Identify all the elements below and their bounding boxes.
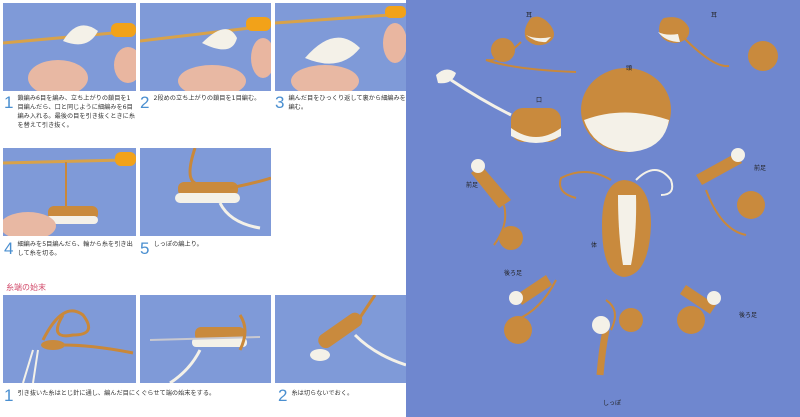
step-text: 鎖編み6目を編み、立ち上がりの鎖目を1目編んだら、口と同じように細編みを6目編み… [17, 95, 136, 129]
step-number: 3 [275, 93, 285, 112]
step-number: 4 [4, 239, 14, 258]
label-front-leg-left: 前足 [466, 182, 479, 189]
right-page: 耳 耳 頭 口 前足 前足 体 後ろ足 後ろ足 しっぽ [406, 0, 800, 417]
step-1: 1 鎖編み6目を編み、立ち上がりの鎖目を1目編んだら、口と同じように細編みを6目… [4, 94, 136, 130]
label-hind-leg-left: 後ろ足 [504, 270, 523, 277]
photo-finish-2 [275, 295, 406, 383]
step-5: 5 しっぽの編上り。 [140, 240, 271, 257]
finish-step-2: 2 糸は切らないでおく。 [278, 387, 404, 404]
step-3: 3 編んだ目をひっくり返して裏から細編みを編む。 [275, 94, 406, 112]
label-front-leg-right: 前足 [754, 165, 767, 172]
finish-step-1: 1 引き抜いた糸はとじ針に通し、編んだ目にくぐらせて端の始末をする。 [4, 387, 274, 404]
step-text: 糸は切らないでおく。 [291, 390, 354, 397]
label-head: 頭 [626, 65, 633, 72]
step-4: 4 細編みを5目編んだら、輪から糸を引き出して糸を切る。 [4, 240, 136, 258]
photo-step-4 [3, 148, 136, 236]
step-2: 2 2段めの立ち上がりの鎖目を1目編む。 [140, 94, 271, 111]
step-number: 2 [278, 386, 288, 405]
section-title: 糸端の始末 [6, 283, 46, 292]
photo-finish-1a [3, 295, 136, 383]
step-number: 1 [4, 386, 14, 405]
step-text: 引き抜いた糸はとじ針に通し、編んだ目にくぐらせて端の始末をする。 [17, 390, 216, 397]
photo-step-3 [275, 3, 406, 91]
photo-finish-1b [140, 295, 271, 383]
step-number: 2 [140, 93, 150, 112]
label-tail: しっぽ [603, 400, 622, 407]
crochet-parts-illustration [436, 16, 778, 376]
photo-step-5 [140, 148, 271, 236]
label-hind-leg-right: 後ろ足 [739, 312, 758, 319]
step-text: 編んだ目をひっくり返して裏から細編みを編む。 [288, 95, 406, 111]
label-ear-left: 耳 [526, 12, 533, 19]
step-text: しっぽの編上り。 [153, 241, 203, 248]
label-ear-right: 耳 [711, 12, 718, 19]
step-text: 2段めの立ち上がりの鎖目を1目編む。 [153, 95, 261, 102]
step-number: 5 [140, 239, 150, 258]
left-page: 1 鎖編み6目を編み、立ち上がりの鎖目を1目編んだら、口と同じように細編みを6目… [0, 0, 406, 417]
step-text: 細編みを5目編んだら、輪から糸を引き出して糸を切る。 [17, 241, 133, 257]
photo-step-2 [140, 3, 271, 91]
label-mouth: 口 [536, 97, 543, 104]
photo-step-1 [3, 3, 136, 91]
step-number: 1 [4, 93, 14, 112]
label-body: 体 [591, 242, 598, 249]
